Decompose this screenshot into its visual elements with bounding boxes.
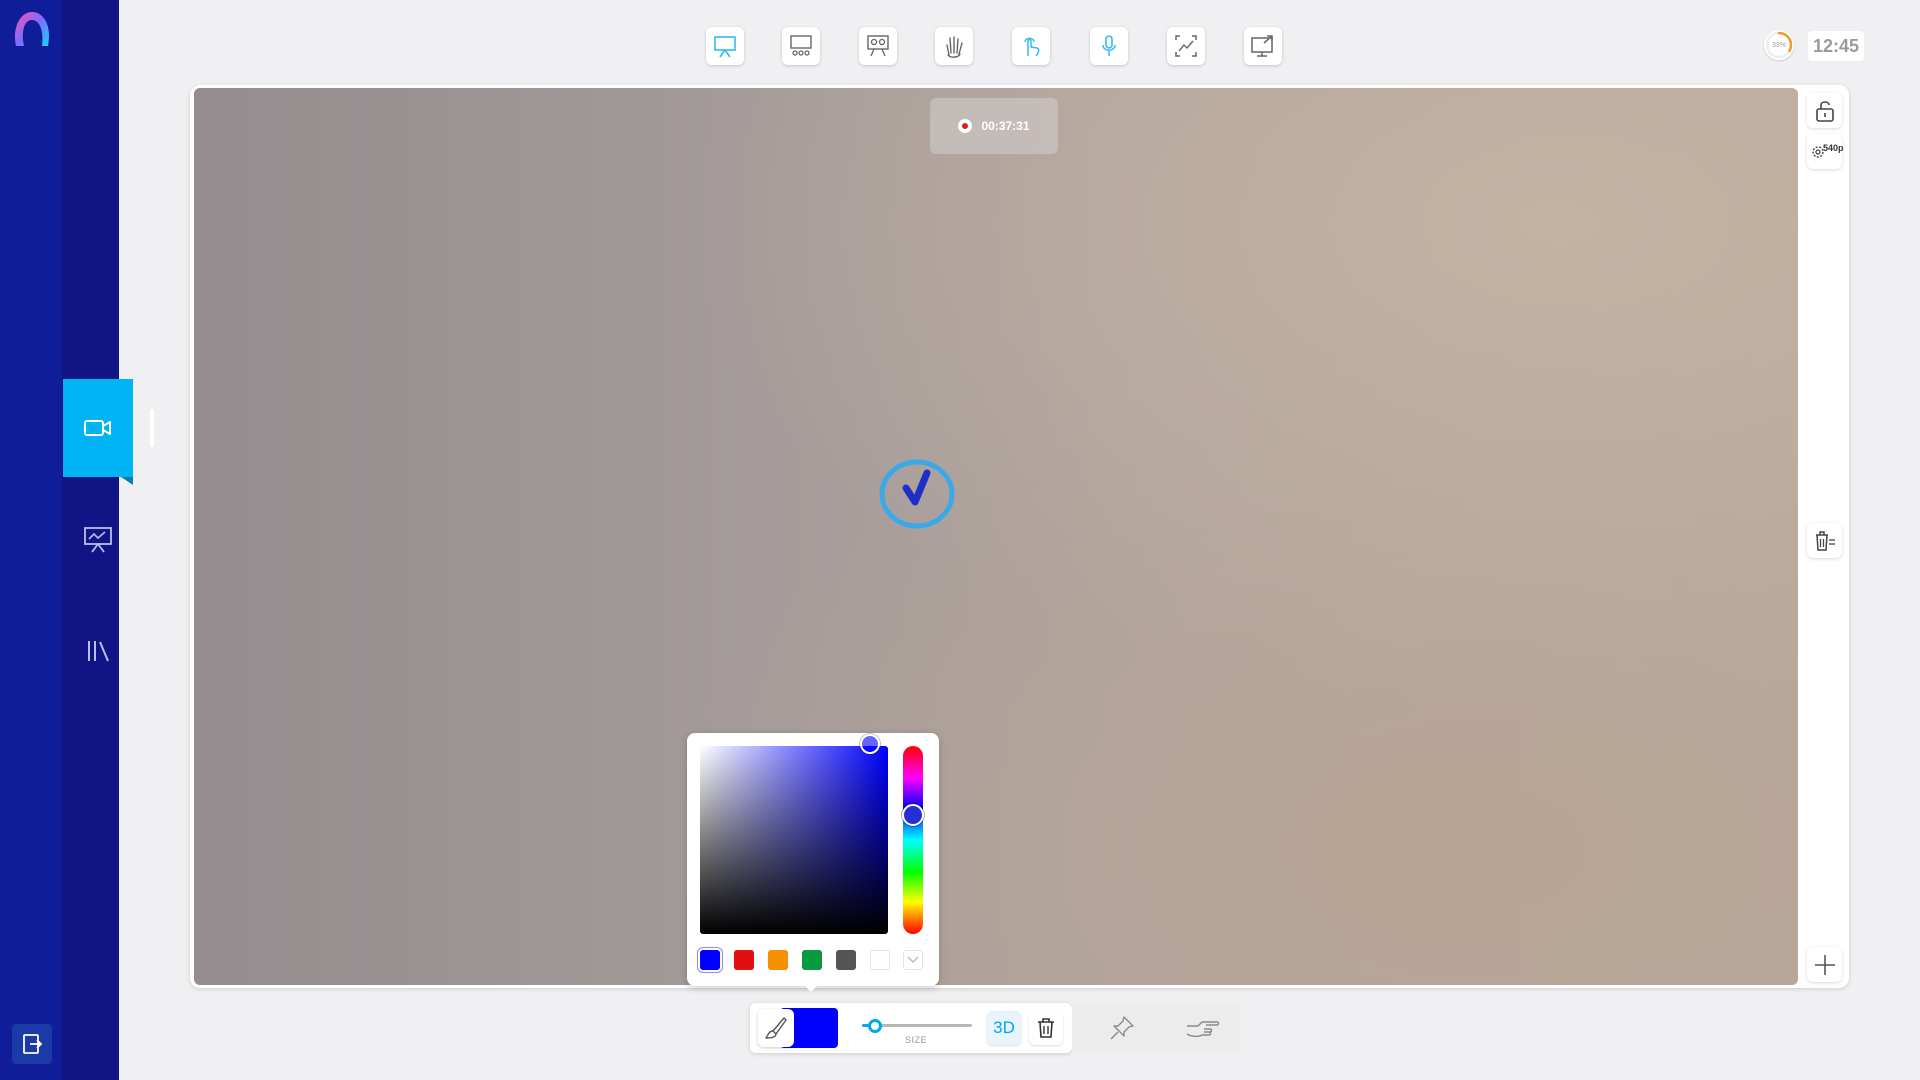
raise-hand-icon	[946, 36, 963, 58]
recording-time: 00:37:31	[981, 119, 1030, 133]
class-board-icon	[790, 35, 812, 56]
trash-icon	[1038, 1018, 1054, 1038]
sidebar-item-video[interactable]	[63, 379, 133, 485]
sidebar-item-library[interactable]	[63, 602, 133, 700]
clock: 12:45	[1808, 31, 1864, 61]
unlock-icon	[1815, 100, 1834, 122]
screen-share-icon	[1251, 35, 1273, 57]
unlock-button[interactable]	[1807, 93, 1842, 128]
group-board-button[interactable]	[859, 27, 897, 65]
chevron-down-icon	[907, 956, 919, 963]
drawing-toolbar: SIZE 3D	[750, 1003, 1072, 1053]
library-icon	[88, 641, 109, 662]
resolution-settings-button[interactable]: 540p	[1807, 134, 1844, 169]
whiteboard-icon	[714, 36, 736, 58]
delete-button[interactable]	[1029, 1011, 1063, 1045]
saturation-value-area[interactable]	[700, 746, 888, 934]
swatch-gray[interactable]	[836, 950, 856, 970]
size-slider-knob[interactable]	[868, 1019, 883, 1033]
swatch-white[interactable]	[870, 950, 890, 970]
raise-hand-button[interactable]	[935, 27, 973, 65]
pin-button[interactable]	[1102, 1011, 1142, 1045]
saturation-handle[interactable]	[860, 734, 880, 754]
plus-icon	[1814, 954, 1835, 975]
add-button[interactable]	[1807, 947, 1842, 982]
color-picker	[687, 733, 939, 986]
video-camera-icon	[84, 420, 111, 436]
touch-button[interactable]	[1012, 27, 1050, 65]
recording-timer: 00:37:31	[930, 98, 1058, 154]
size-label: SIZE	[905, 1035, 928, 1045]
exit-icon	[23, 1034, 43, 1054]
screenshot-button[interactable]	[1167, 27, 1205, 65]
class-board-button[interactable]	[782, 27, 820, 65]
touch-icon	[1024, 37, 1040, 57]
resolution-label: 540p	[1823, 143, 1844, 153]
swatch-red[interactable]	[734, 950, 754, 970]
left-sidebar	[0, 0, 133, 1080]
hue-handle[interactable]	[902, 804, 924, 826]
camera-feed[interactable]	[194, 88, 1798, 985]
pointing-hand-icon	[1186, 1021, 1220, 1038]
brush-button[interactable]	[758, 1009, 794, 1047]
more-colors-button[interactable]	[903, 950, 923, 970]
swatch-blue[interactable]	[700, 950, 720, 970]
hue-slider[interactable]	[903, 746, 923, 934]
checkmark-drawing	[879, 459, 955, 529]
presentation-icon	[84, 527, 112, 553]
sidebar-item-presentation[interactable]	[63, 490, 133, 588]
screenshot-icon	[1175, 35, 1197, 57]
app-logo	[14, 12, 50, 46]
pin-icon	[1110, 1016, 1134, 1040]
microphone-icon	[1102, 35, 1116, 56]
battery-percent: 33%	[1771, 41, 1786, 49]
group-board-icon	[867, 35, 889, 57]
clear-all-button[interactable]	[1807, 523, 1842, 558]
exit-button[interactable]	[12, 1024, 52, 1064]
screen-share-button[interactable]	[1244, 27, 1282, 65]
brush-icon	[765, 1017, 787, 1039]
active-tab-marker	[150, 409, 154, 447]
swatch-orange[interactable]	[768, 950, 788, 970]
trash-list-icon	[1815, 530, 1835, 551]
record-dot-icon	[958, 119, 973, 133]
whiteboard-button[interactable]	[706, 27, 744, 65]
swatch-green[interactable]	[802, 950, 822, 970]
picker-pointer	[804, 985, 818, 992]
3d-button[interactable]: 3D	[987, 1011, 1021, 1045]
sidebar-strip	[0, 0, 62, 1080]
extra-tools-bar	[1072, 1003, 1240, 1053]
battery-indicator: 33%	[1764, 30, 1794, 60]
microphone-button[interactable]	[1090, 27, 1128, 65]
pointer-hand-button[interactable]	[1182, 1011, 1222, 1045]
